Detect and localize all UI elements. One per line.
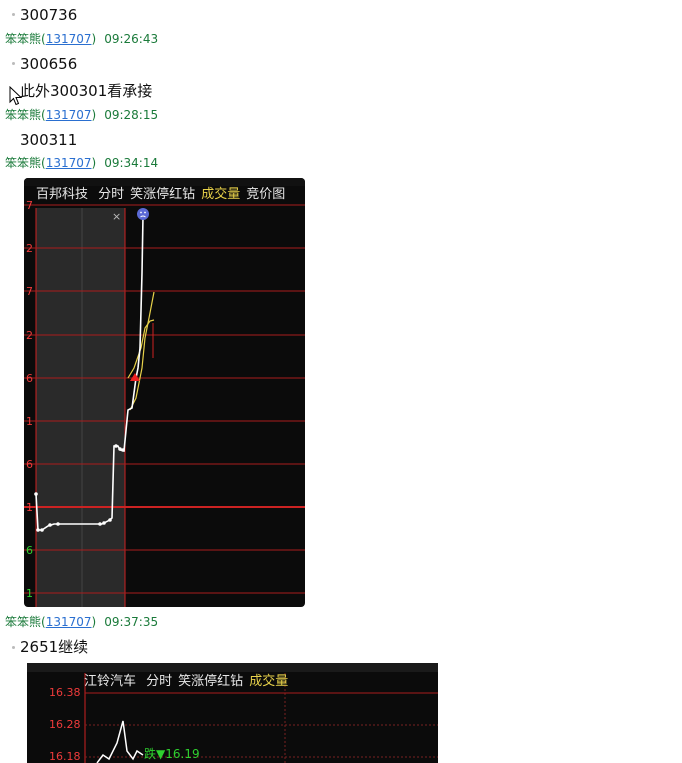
sad-face-icon: [137, 208, 149, 220]
y-axis-label: 2: [26, 242, 33, 255]
y-axis-label: 16.18: [49, 750, 81, 763]
sender-id-link[interactable]: 131707: [46, 32, 92, 46]
stock-name[interactable]: 百邦科技: [36, 187, 88, 202]
bullet-dot: [12, 646, 15, 649]
stock-name[interactable]: 江铃汽车: [84, 674, 136, 689]
tab-timeshare[interactable]: 分时: [146, 674, 172, 689]
stock-chart-image[interactable]: × 百邦科技 分时 笑涨停红钻 成交量 竞价图 7 2 7 2 6 1 6 1 6 1: [24, 178, 305, 607]
y-axis-label: 1: [26, 415, 33, 428]
message-text: 300736: [20, 6, 78, 24]
mouse-pointer-icon: [9, 86, 23, 106]
sender-id-link[interactable]: 131707: [46, 108, 92, 122]
tab-auction-chart[interactable]: 竞价图: [246, 187, 285, 202]
message-text: 300656: [20, 55, 78, 73]
y-axis-label: 7: [26, 199, 33, 212]
chart-title-bar: 江铃汽车 分时 笑涨停红钻 成交量: [84, 674, 294, 690]
tab-limit-up-diamond[interactable]: 笑涨停红钻: [178, 674, 243, 689]
y-axis-label: 2: [26, 329, 33, 342]
tab-volume[interactable]: 成交量: [201, 187, 240, 202]
intraday-chart-svg: ×: [24, 204, 305, 607]
y-axis-label: 6: [26, 372, 33, 385]
tab-timeshare[interactable]: 分时: [98, 187, 124, 202]
tab-volume[interactable]: 成交量: [249, 674, 288, 689]
y-axis-label: 16.38: [49, 686, 81, 699]
sender-nick[interactable]: 笨笨熊: [5, 615, 41, 629]
sender-id-link[interactable]: 131707: [46, 615, 92, 629]
message-time: 09:26:43: [104, 32, 159, 46]
message-meta: 笨笨熊(131707) 09:28:15: [5, 108, 159, 122]
sender-nick[interactable]: 笨笨熊: [5, 156, 41, 170]
tab-limit-up-diamond[interactable]: 笑涨停红钻: [130, 187, 195, 202]
red-triangle-icon: [130, 373, 140, 381]
message-meta: 笨笨熊(131707) 09:26:43: [5, 32, 159, 46]
message-meta: 笨笨熊(131707) 09:34:14: [5, 156, 159, 170]
close-glyph: ×: [112, 210, 121, 223]
sender-nick[interactable]: 笨笨熊: [5, 108, 41, 122]
y-axis-label: 16.28: [49, 718, 81, 731]
message-time: 09:34:14: [104, 156, 159, 170]
message-time: 09:37:35: [104, 615, 159, 629]
message-text: 300311: [20, 131, 78, 149]
message-time: 09:28:15: [104, 108, 159, 122]
sender-id-link[interactable]: 131707: [46, 156, 92, 170]
sender-nick[interactable]: 笨笨熊: [5, 32, 41, 46]
y-axis-label: 1: [26, 501, 33, 514]
price-tooltip: 跌▼16.19: [144, 747, 200, 761]
y-axis-label: 6: [26, 458, 33, 471]
message-text: 2651继续: [20, 638, 89, 656]
message-meta: 笨笨熊(131707) 09:37:35: [5, 615, 159, 629]
message-text: 此外300301看承接: [20, 82, 153, 100]
y-axis-label: 1: [26, 587, 33, 600]
y-axis-label: 6: [26, 544, 33, 557]
y-axis-label: 7: [26, 285, 33, 298]
stock-chart-image[interactable]: 江铃汽车 分时 笑涨停红钻 成交量 16.38 16.28 16.18 跌▼16.1…: [27, 663, 438, 763]
bullet-dot: [12, 62, 15, 65]
chart-title-bar: 百邦科技 分时 笑涨停红钻 成交量 竞价图: [36, 187, 291, 203]
bullet-dot: [12, 13, 15, 16]
